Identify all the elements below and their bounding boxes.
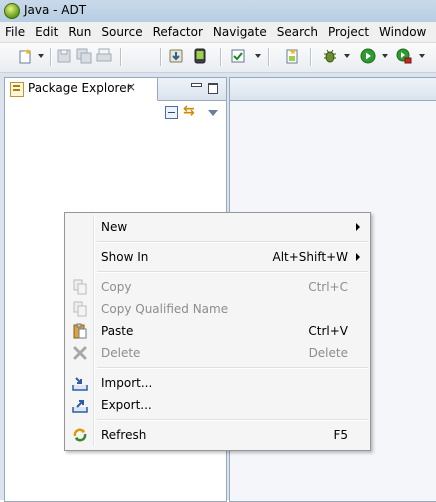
menu-search[interactable]: Search — [272, 22, 323, 42]
tab-package-explorer[interactable]: Package Explorer × — [5, 78, 158, 101]
toolbar-separator — [220, 48, 222, 66]
menu-file[interactable]: File — [0, 22, 30, 42]
paste-icon — [73, 323, 87, 339]
menu-item-copy-qualified-name[interactable]: Copy Qualified Name — [67, 299, 368, 319]
minimize-icon[interactable] — [191, 83, 202, 87]
menu-item-delete[interactable]: Delete Delete — [67, 343, 368, 363]
close-icon[interactable]: × — [126, 80, 136, 94]
menu-separator — [97, 367, 368, 369]
new-dropdown-arrow-icon[interactable] — [38, 54, 44, 58]
external-tools-dropdown-arrow-icon[interactable] — [419, 54, 425, 58]
delete-icon — [73, 346, 87, 360]
toolbar-separator — [120, 48, 122, 66]
view-menu-icon[interactable] — [208, 110, 218, 116]
debug-icon[interactable] — [322, 48, 338, 64]
menu-navigate[interactable]: Navigate — [208, 22, 272, 42]
save-icon[interactable] — [56, 48, 72, 64]
menu-separator — [97, 419, 368, 421]
menu-bar: File Edit Run Source Refactor Navigate S… — [0, 22, 436, 43]
menu-item-shortcut: Ctrl+C — [308, 280, 348, 294]
menu-refactor[interactable]: Refactor — [148, 22, 208, 42]
refresh-icon — [73, 428, 87, 442]
eclipse-app-icon — [4, 3, 20, 19]
lint-dropdown-arrow-icon[interactable] — [255, 54, 261, 58]
menu-item-refresh[interactable]: Refresh F5 — [67, 425, 368, 445]
menu-item-shortcut: Alt+Shift+W — [272, 250, 349, 264]
menu-source[interactable]: Source — [96, 22, 147, 42]
menu-item-copy[interactable]: Copy Ctrl+C — [67, 277, 368, 297]
export-icon — [72, 400, 88, 413]
menu-item-label: Copy Qualified Name — [101, 302, 229, 316]
menu-item-export[interactable]: Export... — [67, 395, 368, 415]
submenu-arrow-icon — [356, 223, 360, 231]
new-android-xml-file-icon[interactable] — [284, 48, 300, 64]
menu-separator — [97, 241, 368, 243]
menu-item-import[interactable]: Import... — [67, 373, 368, 393]
android-sdk-manager-icon[interactable] — [168, 48, 184, 64]
menu-project[interactable]: Project — [323, 22, 374, 42]
external-tools-icon[interactable] — [396, 48, 412, 64]
window-title-bar: Java - ADT — [0, 0, 436, 23]
link-with-editor-icon[interactable]: ⇆ — [183, 104, 197, 118]
import-icon — [72, 377, 88, 391]
run-dropdown-arrow-icon[interactable] — [382, 54, 388, 58]
menu-item-label: Show In — [101, 250, 149, 264]
menu-item-paste[interactable]: Paste Ctrl+V — [67, 321, 368, 341]
copy-icon — [73, 279, 87, 295]
window-title: Java - ADT — [24, 3, 87, 17]
android-avd-manager-icon[interactable] — [192, 48, 208, 64]
menu-item-show-in[interactable]: Show In Alt+Shift+W — [67, 247, 368, 267]
menu-item-label: New — [101, 220, 128, 234]
package-explorer-icon — [10, 82, 24, 97]
toolbar-separator — [268, 48, 270, 66]
menu-item-label: Paste — [101, 324, 134, 338]
menu-item-shortcut: Ctrl+V — [308, 324, 348, 338]
save-all-icon[interactable] — [76, 48, 92, 64]
menu-item-new[interactable]: New — [67, 217, 368, 237]
new-wizard-icon[interactable] — [18, 48, 34, 64]
submenu-arrow-icon — [356, 253, 360, 261]
menu-item-shortcut: Delete — [308, 346, 348, 360]
toolbar-separator — [310, 48, 312, 66]
context-menu: New Show In Alt+Shift+W Copy Ctrl+C Copy… — [64, 212, 371, 451]
print-icon[interactable] — [96, 48, 112, 64]
menu-item-label: Import... — [101, 376, 153, 390]
maximize-icon[interactable] — [208, 83, 218, 94]
menu-edit[interactable]: Edit — [30, 22, 63, 42]
toolbar-separator — [50, 48, 52, 66]
tab-label: Package Explorer — [28, 81, 132, 95]
menu-item-label: Refresh — [101, 428, 147, 442]
run-icon[interactable] — [360, 48, 376, 64]
menu-run[interactable]: Run — [63, 22, 96, 42]
debug-dropdown-arrow-icon[interactable] — [344, 54, 350, 58]
collapse-all-icon[interactable] — [165, 106, 178, 119]
lint-check-icon[interactable] — [230, 48, 246, 64]
toolbar-separator — [160, 48, 162, 66]
menu-separator — [97, 271, 368, 273]
view-toolbar: ⇆ — [5, 101, 226, 123]
copy-qualified-name-icon — [73, 301, 87, 317]
menu-item-label: Export... — [101, 398, 152, 412]
menu-window[interactable]: Window — [374, 22, 431, 42]
menu-item-label: Delete — [101, 346, 141, 360]
menu-item-label: Copy — [101, 280, 132, 294]
main-toolbar — [0, 43, 436, 73]
menu-item-shortcut: F5 — [333, 428, 348, 442]
